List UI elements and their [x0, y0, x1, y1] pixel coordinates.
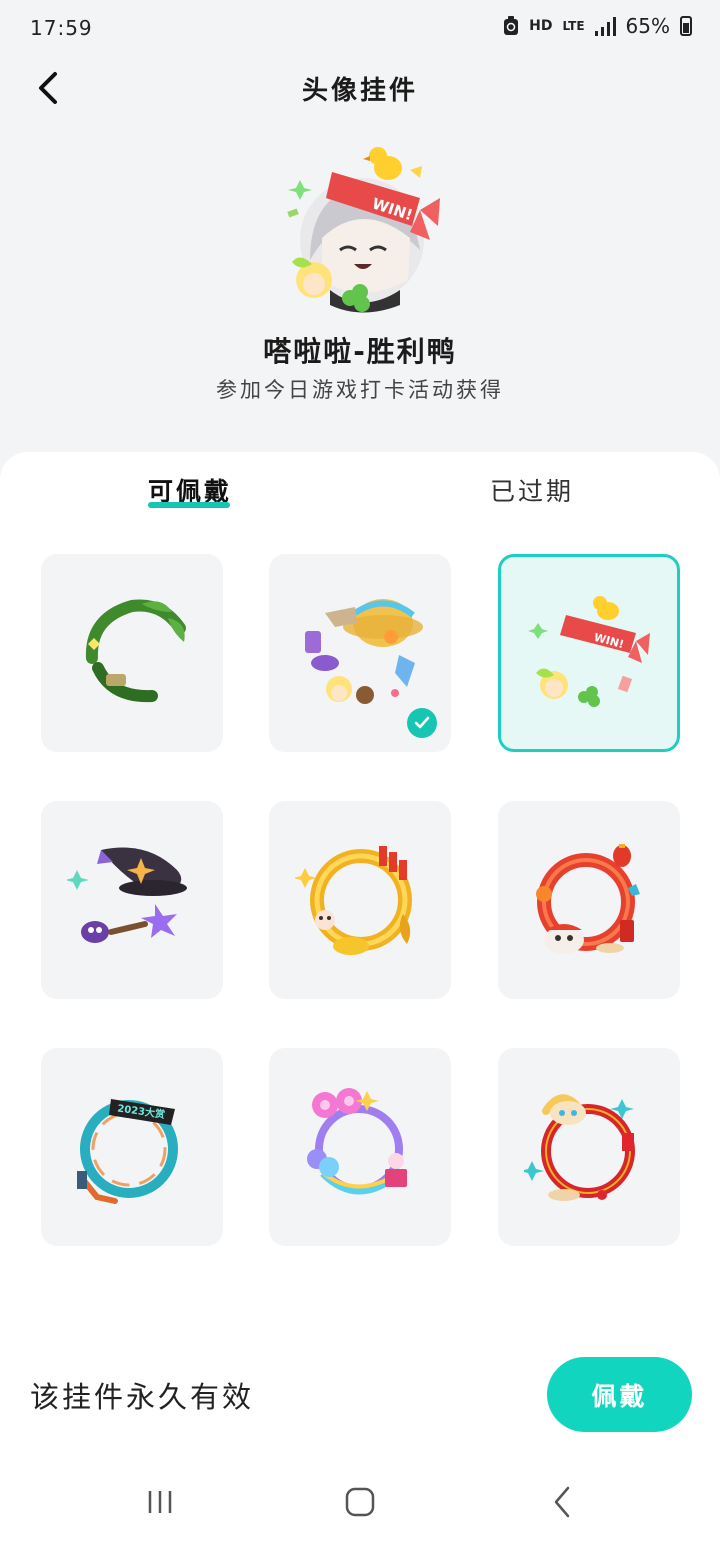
signal-icon	[594, 16, 616, 36]
pendant-tile[interactable]	[269, 801, 451, 999]
avatar-preview: WIN!	[270, 140, 450, 320]
win-duck-pendant-icon: WIN!	[528, 596, 650, 707]
home-button[interactable]	[330, 1480, 390, 1524]
straw-hat-pendant-icon	[305, 599, 423, 704]
active-tab-indicator	[148, 502, 230, 508]
pendant-sheet: 可佩戴 已过期 WIN! 2023大赏 该挂件永久有效 佩戴	[0, 452, 720, 1544]
nav-back-button[interactable]	[532, 1480, 592, 1524]
pendant-tile[interactable]: 2023大赏	[41, 1048, 223, 1246]
pendant-name: 嗒啦啦-胜利鸭	[263, 335, 457, 368]
pendant-tile[interactable]	[41, 554, 223, 752]
pendant-tile[interactable]	[41, 801, 223, 999]
leaf-wreath-pendant-icon	[85, 599, 186, 703]
wearing-check-badge	[407, 708, 437, 738]
status-icons: HD LTE 65%	[503, 14, 692, 38]
pendant-description: 参加今日游戏打卡活动获得	[216, 378, 504, 402]
page-title: 头像挂件	[301, 76, 418, 106]
validity-text: 该挂件永久有效	[30, 1380, 255, 1414]
recent-apps-button[interactable]	[130, 1480, 190, 1524]
pendant-tile[interactable]	[269, 1048, 451, 1246]
pendant-tile-selected[interactable]: WIN!	[498, 554, 680, 752]
battery-percent: 65%	[625, 14, 670, 38]
pendant-tile[interactable]	[498, 1048, 680, 1246]
status-time: 17:59	[30, 16, 93, 40]
status-bar: 17:59 HD LTE 65%	[0, 0, 720, 56]
system-nav-bar	[0, 1460, 720, 1544]
avatar-with-win-duck-pendant: WIN!	[287, 147, 440, 313]
recycle-notification-icon	[504, 16, 519, 35]
pendant-tile[interactable]	[498, 801, 680, 999]
battery-icon	[680, 16, 692, 36]
dragon-dance-pendant-icon	[536, 844, 640, 954]
recent-apps-icon	[148, 1491, 172, 1513]
firecracker-gold-pendant-icon	[295, 846, 412, 955]
lte-indicator: LTE	[562, 19, 585, 33]
teal-ring-pendant-icon: 2023大赏	[77, 1099, 178, 1204]
nav-back-icon	[554, 1486, 570, 1518]
balloon-ring-pendant-icon	[307, 1088, 407, 1195]
pendant-tile[interactable]	[269, 554, 451, 752]
bunny-red-ring-pendant-icon	[524, 1094, 635, 1201]
wear-button[interactable]: 佩戴	[547, 1357, 692, 1432]
home-icon	[345, 1487, 375, 1517]
hd-indicator: HD	[529, 18, 553, 34]
checkmark-icon	[414, 716, 430, 729]
tab-expired[interactable]: 已过期	[490, 472, 574, 508]
witch-hat-pendant-icon	[67, 847, 187, 943]
